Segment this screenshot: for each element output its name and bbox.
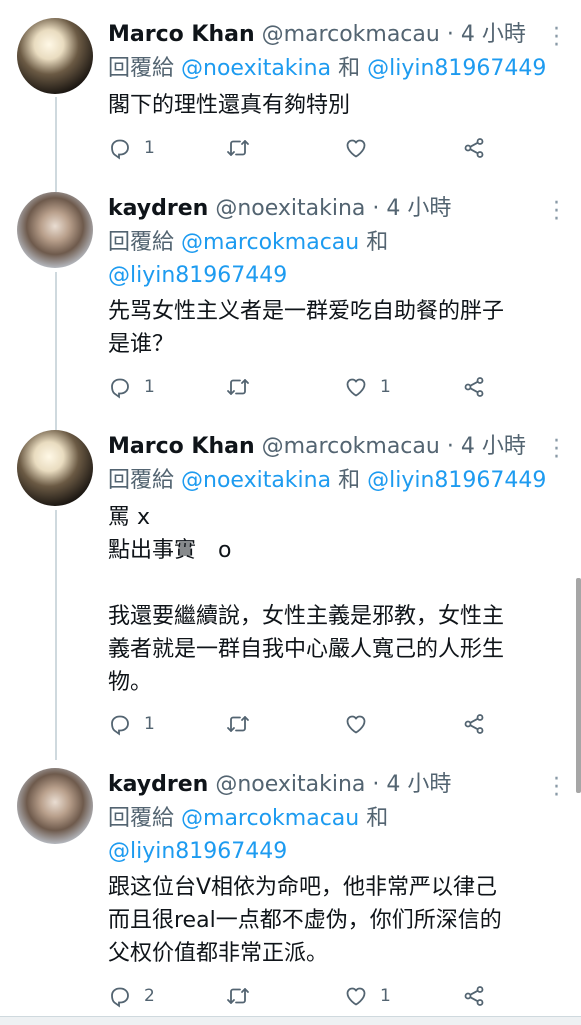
conjunction: 和 bbox=[338, 56, 361, 81]
conjunction: 和 bbox=[366, 230, 389, 255]
tweet[interactable]: kaydren @noexitakina · 4 小時 · · · 回覆給 @mar… bbox=[0, 192, 581, 412]
tweet[interactable]: kaydren @noexitakina · 4 小時 · · · 回覆給 @mar… bbox=[0, 768, 581, 1016]
tweet[interactable]: Marco Khan @marcokmacau · 4 小時 · · · 回覆給 @… bbox=[0, 18, 581, 178]
scrollbar[interactable] bbox=[576, 578, 581, 793]
reply-to-line: 回覆給 @noexitakina 和 @liyin81967449 bbox=[108, 52, 561, 85]
timestamp[interactable]: 4 小時 bbox=[461, 22, 526, 47]
share-icon bbox=[464, 714, 484, 734]
reply-to-line: 回覆給 @marcokmacau 和 @liyin81967449 bbox=[108, 226, 508, 292]
like-button[interactable]: 1 bbox=[344, 372, 391, 402]
retweet-button[interactable] bbox=[226, 372, 250, 402]
reply-to-line: 回覆給 @noexitakina 和 @liyin81967449 bbox=[108, 464, 561, 497]
mention-link[interactable]: @liyin81967449 bbox=[108, 263, 287, 288]
like-count: 1 bbox=[380, 986, 391, 1006]
share-icon bbox=[464, 138, 484, 158]
tweet-text: 跟这位台V相依为命吧，他非常严以律己 而且很real一点都不虚伪，你们所深信的 … bbox=[108, 875, 502, 966]
reply-count: 1 bbox=[144, 714, 155, 734]
timestamp[interactable]: 4 小時 bbox=[461, 434, 526, 459]
mention-link[interactable]: @noexitakina bbox=[181, 56, 331, 81]
more-vertical-icon[interactable]: · · · bbox=[553, 193, 560, 231]
retweet-button[interactable] bbox=[226, 709, 250, 739]
avatar[interactable] bbox=[17, 192, 93, 268]
reply-icon bbox=[111, 378, 129, 399]
share-button[interactable] bbox=[462, 372, 486, 402]
handle[interactable]: @noexitakina bbox=[215, 772, 365, 797]
reply-button[interactable]: 2 bbox=[108, 981, 155, 1011]
handle[interactable]: @marcokmacau bbox=[262, 22, 440, 47]
share-icon bbox=[464, 377, 484, 397]
mention-link[interactable]: @marcokmacau bbox=[181, 806, 359, 831]
retweet-icon bbox=[227, 988, 249, 1004]
conjunction: 和 bbox=[366, 806, 389, 831]
reply-button[interactable]: 1 bbox=[108, 133, 155, 163]
reply-icon bbox=[111, 987, 129, 1008]
retweet-icon bbox=[227, 140, 249, 156]
avatar[interactable] bbox=[17, 18, 93, 94]
like-count: 1 bbox=[380, 377, 391, 397]
more-vertical-icon[interactable]: · · · bbox=[553, 431, 560, 469]
avatar[interactable] bbox=[17, 430, 93, 506]
action-bar: 1 bbox=[108, 133, 528, 163]
display-name[interactable]: Marco Khan bbox=[108, 22, 255, 47]
reply-icon bbox=[111, 715, 129, 736]
reply-prefix: 回覆給 bbox=[108, 468, 175, 493]
tweet-header: kaydren @noexitakina · 4 小時 bbox=[108, 192, 541, 226]
reply-to-line: 回覆給 @marcokmacau 和 @liyin81967449 bbox=[108, 802, 508, 868]
retweet-icon bbox=[227, 379, 249, 395]
mention-link[interactable]: @liyin81967449 bbox=[367, 468, 546, 493]
mention-link[interactable]: @liyin81967449 bbox=[367, 56, 546, 81]
retweet-button[interactable] bbox=[226, 133, 250, 163]
conjunction: 和 bbox=[338, 468, 361, 493]
display-name[interactable]: kaydren bbox=[108, 772, 208, 797]
tweet-header: Marco Khan @marcokmacau · 4 小時 bbox=[108, 18, 541, 52]
retweet-icon bbox=[227, 716, 249, 732]
tweet-header: kaydren @noexitakina · 4 小時 bbox=[108, 768, 541, 802]
separator-dot: · bbox=[446, 22, 454, 47]
tweet-text: 先骂女性主义者是一群爱吃自助餐的胖子 是谁？ bbox=[108, 299, 505, 357]
handle[interactable]: @marcokmacau bbox=[262, 434, 440, 459]
share-button[interactable] bbox=[462, 981, 486, 1011]
separator-dot: · bbox=[372, 772, 380, 797]
separator-dot: · bbox=[446, 434, 454, 459]
reply-count: 2 bbox=[144, 986, 155, 1006]
display-name[interactable]: Marco Khan bbox=[108, 434, 255, 459]
mention-link[interactable]: @marcokmacau bbox=[181, 230, 359, 255]
like-icon bbox=[346, 987, 366, 1006]
mention-link[interactable]: @liyin81967449 bbox=[108, 839, 287, 864]
like-icon bbox=[346, 378, 366, 397]
tweet-header: Marco Khan @marcokmacau · 4 小時 bbox=[108, 430, 541, 464]
share-button[interactable] bbox=[462, 709, 486, 739]
tweet[interactable]: Marco Khan @marcokmacau · 4 小時 · · · 回覆給 @… bbox=[0, 430, 581, 752]
mention-link[interactable]: @noexitakina bbox=[181, 468, 331, 493]
display-name[interactable]: kaydren bbox=[108, 196, 208, 221]
reply-button[interactable]: 1 bbox=[108, 709, 155, 739]
like-icon bbox=[346, 715, 366, 734]
action-bar: 1 bbox=[108, 709, 528, 739]
action-bar: 2 1 bbox=[108, 981, 528, 1011]
reply-count: 1 bbox=[144, 138, 155, 158]
action-bar: 1 1 bbox=[108, 372, 528, 402]
reply-count: 1 bbox=[144, 377, 155, 397]
like-button[interactable] bbox=[344, 709, 368, 739]
share-button[interactable] bbox=[462, 133, 486, 163]
like-button[interactable]: 1 bbox=[344, 981, 391, 1011]
more-vertical-icon[interactable]: · · · bbox=[553, 19, 560, 57]
reply-prefix: 回覆給 bbox=[108, 230, 175, 255]
tweet-text: 罵 x 點出事實 o 我還要繼續說，女性主義是邪教，女性主 義者就是一群自我中心… bbox=[108, 505, 505, 695]
share-icon bbox=[464, 986, 484, 1006]
avatar[interactable] bbox=[17, 768, 93, 844]
more-vertical-icon[interactable]: · · · bbox=[553, 769, 560, 807]
separator-dot: · bbox=[372, 196, 380, 221]
retweet-button[interactable] bbox=[226, 981, 250, 1011]
timestamp[interactable]: 4 小時 bbox=[386, 196, 451, 221]
timestamp[interactable]: 4 小時 bbox=[386, 772, 451, 797]
reply-icon bbox=[111, 139, 129, 160]
like-icon bbox=[346, 139, 366, 158]
tweet-text: 閣下的理性還真有夠特別 bbox=[108, 93, 351, 118]
reply-button[interactable]: 1 bbox=[108, 372, 155, 402]
reply-prefix: 回覆給 bbox=[108, 806, 175, 831]
like-button[interactable] bbox=[344, 133, 368, 163]
reply-prefix: 回覆給 bbox=[108, 56, 175, 81]
handle[interactable]: @noexitakina bbox=[215, 196, 365, 221]
